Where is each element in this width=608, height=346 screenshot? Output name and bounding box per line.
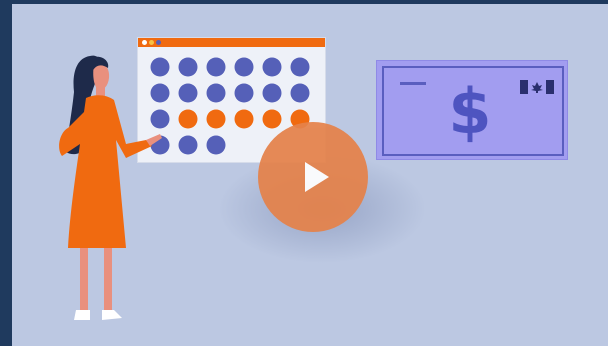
- woman-illustration: [59, 55, 162, 320]
- play-button[interactable]: [258, 122, 368, 232]
- canada-flag-icon: [520, 80, 554, 94]
- calendar-day-dot: [178, 135, 198, 155]
- banknote-illustration: $: [376, 60, 568, 160]
- calendar-day-dot: [206, 109, 226, 129]
- calendar-day-dot: [178, 57, 198, 77]
- calendar-day-dot: [206, 57, 226, 77]
- right-shoe: [102, 310, 122, 320]
- video-frame: $: [0, 0, 608, 346]
- dollar-sign: $: [448, 75, 492, 148]
- right-leg: [104, 248, 112, 312]
- calendar-day-dot: [234, 83, 254, 103]
- banknote-border: $: [382, 66, 564, 156]
- calendar-day-dot: [206, 83, 226, 103]
- calendar-day-dot: [178, 83, 198, 103]
- calendar-day-dot: [290, 57, 310, 77]
- left-leg: [80, 248, 88, 312]
- calendar-day-dot: [234, 57, 254, 77]
- left-shoe: [74, 310, 90, 320]
- video-thumbnail[interactable]: $: [12, 4, 608, 346]
- banknote-line: [400, 82, 426, 85]
- calendar-day-dot: [290, 83, 310, 103]
- calendar-day-dot: [262, 83, 282, 103]
- calendar-day-dot: [234, 109, 254, 129]
- calendar-day-dot: [262, 109, 282, 129]
- calendar-day-dot: [206, 135, 226, 155]
- play-icon: [305, 162, 329, 192]
- calendar-day-dot: [178, 109, 198, 129]
- calendar-day-dot: [262, 57, 282, 77]
